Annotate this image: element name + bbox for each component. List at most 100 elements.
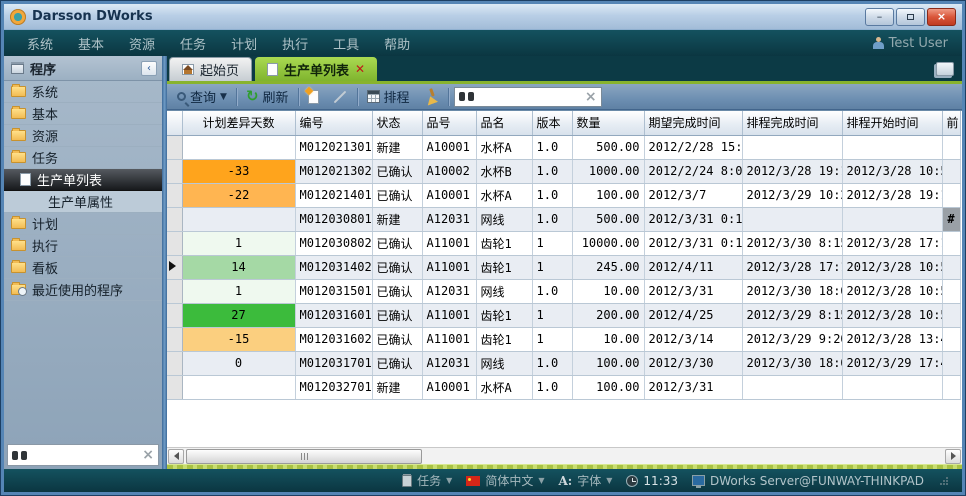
cell-sched-start[interactable]: 2012/3/28 17:13 [842, 231, 942, 255]
cell-diff[interactable] [182, 135, 295, 159]
cell-extra[interactable] [942, 183, 960, 207]
menu-execute[interactable]: 执行 [273, 30, 317, 57]
window-list-icon[interactable] [936, 62, 954, 76]
table-row[interactable]: 27M012031601已确认A11001齿轮11200.002012/4/25… [167, 303, 960, 327]
table-row[interactable]: M012021301新建A10001水杯A1.0500.002012/2/28 … [167, 135, 960, 159]
cell-item-no[interactable]: A10002 [422, 159, 476, 183]
cell-version[interactable]: 1 [532, 327, 572, 351]
menu-tools[interactable]: 工具 [324, 30, 368, 57]
sidebar-search-clear-icon[interactable]: × [142, 448, 154, 462]
clean-button[interactable] [419, 87, 443, 107]
cell-item-no[interactable]: A11001 [422, 231, 476, 255]
header-version[interactable]: 版本 [532, 111, 572, 135]
tab-close-icon[interactable]: ✕ [355, 62, 365, 76]
sidebar-collapse-button[interactable]: ‹ [141, 61, 157, 76]
cell-version[interactable]: 1.0 [532, 183, 572, 207]
cell-diff[interactable]: 1 [182, 231, 295, 255]
cell-diff[interactable] [182, 375, 295, 399]
cell-status[interactable]: 新建 [372, 207, 422, 231]
cell-extra[interactable]: # [942, 207, 960, 231]
table-row[interactable]: M012032701新建A10001水杯A1.0100.002012/3/31 [167, 375, 960, 399]
cell-qty[interactable]: 10.00 [572, 279, 644, 303]
header-qty[interactable]: 数量 [572, 111, 644, 135]
table-row[interactable]: M012030801新建A12031网线1.0500.002012/3/31 0… [167, 207, 960, 231]
cell-sched-end[interactable]: 2012/3/29 8:15 [742, 303, 842, 327]
cell-item-name[interactable]: 水杯B [476, 159, 532, 183]
cell-code[interactable]: M012021401 [295, 183, 372, 207]
query-button[interactable]: 查询 ▼ [173, 85, 231, 108]
cell-item-name[interactable]: 网线 [476, 207, 532, 231]
cell-item-name[interactable]: 水杯A [476, 135, 532, 159]
cell-extra[interactable] [942, 255, 960, 279]
sidebar-item-plan[interactable]: 计划 [4, 213, 162, 235]
cell-code[interactable]: M012021302 [295, 159, 372, 183]
table-row[interactable]: -15M012031602已确认A11001齿轮1110.002012/3/14… [167, 327, 960, 351]
cell-qty[interactable]: 200.00 [572, 303, 644, 327]
cell-version[interactable]: 1.0 [532, 351, 572, 375]
cell-extra[interactable] [942, 159, 960, 183]
cell-version[interactable]: 1.0 [532, 159, 572, 183]
cell-sched-start[interactable] [842, 135, 942, 159]
cell-item-no[interactable]: A10001 [422, 135, 476, 159]
cell-item-no[interactable]: A10001 [422, 375, 476, 399]
cell-item-no[interactable]: A12031 [422, 207, 476, 231]
toolbar-search-input[interactable] [478, 90, 581, 104]
cell-code[interactable]: M012031501 [295, 279, 372, 303]
cell-expect[interactable]: 2012/2/28 15:00 [644, 135, 742, 159]
cell-item-no[interactable]: A11001 [422, 255, 476, 279]
menu-resource[interactable]: 资源 [120, 30, 164, 57]
cell-item-no[interactable]: A11001 [422, 303, 476, 327]
row-indicator[interactable] [167, 327, 182, 351]
cell-sched-start[interactable]: 2012/3/28 10:52 [842, 159, 942, 183]
maximize-button[interactable] [896, 8, 925, 26]
cell-extra[interactable] [942, 351, 960, 375]
cell-sched-start[interactable]: 2012/3/28 10:52 [842, 279, 942, 303]
cell-expect[interactable]: 2012/3/31 0:10 [644, 207, 742, 231]
header-truncated[interactable]: 前 [942, 111, 960, 135]
cell-code[interactable]: M012031602 [295, 327, 372, 351]
header-status[interactable]: 状态 [372, 111, 422, 135]
row-indicator[interactable] [167, 207, 182, 231]
cell-code[interactable]: M012030802 [295, 231, 372, 255]
table-row[interactable]: -33M012021302已确认A10002水杯B1.01000.002012/… [167, 159, 960, 183]
row-indicator[interactable] [167, 135, 182, 159]
cell-sched-end[interactable]: 2012/3/30 18:00 [742, 351, 842, 375]
cell-status[interactable]: 已确认 [372, 303, 422, 327]
cell-version[interactable]: 1.0 [532, 375, 572, 399]
table-row[interactable]: 1M012030802已确认A11001齿轮1110000.002012/3/3… [167, 231, 960, 255]
cell-status[interactable]: 已确认 [372, 231, 422, 255]
header-expect-finish-time[interactable]: 期望完成时间 [644, 111, 742, 135]
cell-status[interactable]: 新建 [372, 135, 422, 159]
current-user[interactable]: Test User [873, 36, 948, 51]
header-sched-start-time[interactable]: 排程开始时间 [842, 111, 942, 135]
menu-task[interactable]: 任务 [171, 30, 215, 57]
new-button[interactable] [304, 88, 323, 106]
refresh-button[interactable]: ↻ 刷新 [242, 85, 293, 108]
cell-sched-end[interactable]: 2012/3/28 19:10 [742, 159, 842, 183]
cell-item-name[interactable]: 齿轮1 [476, 327, 532, 351]
cell-version[interactable]: 1 [532, 231, 572, 255]
row-indicator[interactable] [167, 255, 182, 279]
cell-qty[interactable]: 100.00 [572, 351, 644, 375]
cell-sched-end[interactable]: 2012/3/29 10:20 [742, 183, 842, 207]
cell-item-name[interactable]: 齿轮1 [476, 303, 532, 327]
cell-extra[interactable] [942, 327, 960, 351]
cell-sched-end[interactable] [742, 375, 842, 399]
cell-sched-start[interactable]: 2012/3/28 19:10 [842, 183, 942, 207]
cell-diff[interactable]: 14 [182, 255, 295, 279]
row-indicator[interactable] [167, 351, 182, 375]
cell-sched-end[interactable]: 2012/3/29 9:20 [742, 327, 842, 351]
cell-item-no[interactable]: A12031 [422, 351, 476, 375]
sidebar-item-board[interactable]: 看板 [4, 257, 162, 279]
cell-code[interactable]: M012031601 [295, 303, 372, 327]
cell-qty[interactable]: 100.00 [572, 375, 644, 399]
tab-production-order-list[interactable]: 生产单列表 ✕ [255, 57, 377, 81]
cell-item-no[interactable]: A12031 [422, 279, 476, 303]
cell-code[interactable]: M012021301 [295, 135, 372, 159]
cell-expect[interactable]: 2012/3/30 [644, 351, 742, 375]
cell-expect[interactable]: 2012/4/11 [644, 255, 742, 279]
cell-version[interactable]: 1.0 [532, 135, 572, 159]
cell-item-name[interactable]: 网线 [476, 351, 532, 375]
cell-item-name[interactable]: 网线 [476, 279, 532, 303]
language-dropdown[interactable]: 简体中文 ▼ [466, 472, 544, 489]
